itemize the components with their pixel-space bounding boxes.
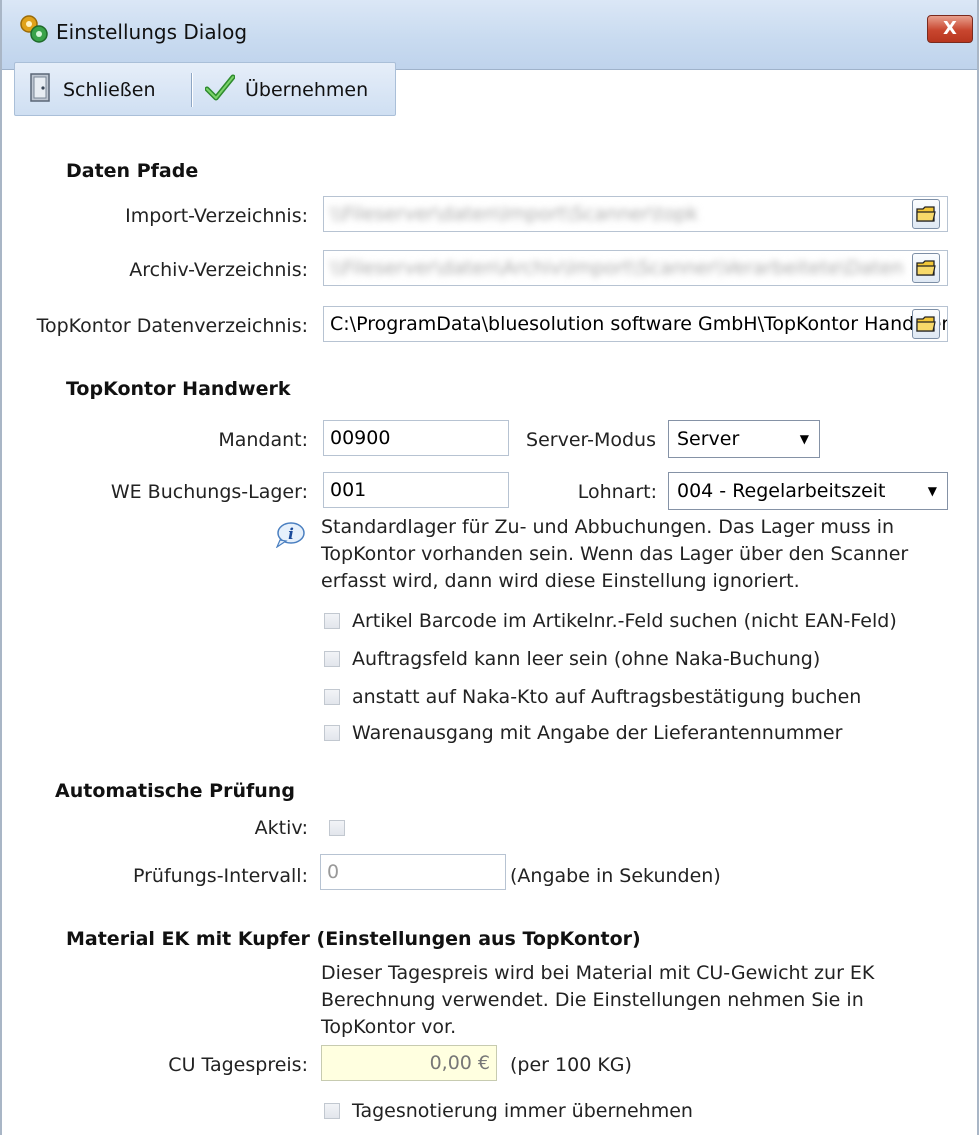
settings-dialog: Einstellungs Dialog X Schließen Übernehm… (0, 0, 979, 1135)
close-button-label: Schließen (63, 79, 156, 101)
info-icon: i (274, 520, 306, 553)
lager-label: WE Buchungs-Lager: (110, 481, 308, 503)
cu-price-field: 0,00 € (321, 1045, 497, 1081)
lager-info-text: Standardlager für Zu- und Abbuchungen. D… (321, 514, 908, 595)
folder-icon (916, 260, 936, 276)
section-data-paths: Daten Pfade (66, 160, 199, 182)
interval-hint: (Angabe in Sekunden) (510, 865, 721, 887)
lager-info-line: TopKontor vorhanden sein. Wenn das Lager… (321, 543, 909, 565)
dropdown-arrow-icon: ▼ (799, 432, 809, 446)
apply-button[interactable]: Übernehmen (204, 71, 369, 109)
server-mode-value: Server (677, 428, 740, 450)
supplier-number-label: Warenausgang mit Angabe der Lieferantenn… (352, 722, 843, 744)
import-dir-label: Import-Verzeichnis: (125, 205, 308, 227)
checkmark-icon (204, 74, 236, 107)
active-checkbox[interactable] (329, 820, 345, 836)
toolbar-separator (191, 73, 192, 107)
close-window-button[interactable]: X (927, 15, 973, 43)
section-auto-check: Automatische Prüfung (55, 780, 295, 802)
order-empty-checkbox-row[interactable]: Auftragsfeld kann leer sein (ohne Naka-B… (324, 648, 820, 670)
material-info-line: TopKontor vor. (321, 1016, 457, 1038)
door-exit-icon (29, 72, 53, 108)
title-bar: Einstellungs Dialog X (2, 0, 977, 70)
import-dir-value: \\Fileserver\daten\Import\Scanner\topk (330, 203, 699, 225)
lager-info-line: Standardlager für Zu- und Abbuchungen. D… (321, 516, 895, 538)
material-info-text: Dieser Tagespreis wird bei Material mit … (321, 960, 874, 1041)
archive-dir-label: Archiv-Verzeichnis: (129, 259, 308, 281)
window-title: Einstellungs Dialog (56, 20, 248, 44)
dialog-content: Daten Pfade Import-Verzeichnis: \\Filese… (2, 120, 977, 1135)
server-mode-label: Server-Modus (526, 429, 656, 451)
topkontor-dir-label: TopKontor Datenverzeichnis: (36, 315, 308, 337)
topkontor-dir-browse-button[interactable] (912, 309, 940, 339)
supplier-number-checkbox-row[interactable]: Warenausgang mit Angabe der Lieferantenn… (324, 722, 842, 744)
mandant-input[interactable]: 00900 (323, 420, 509, 456)
daily-quote-checkbox-row[interactable]: Tagesnotierung immer übernehmen (324, 1100, 693, 1122)
import-dir-field[interactable]: \\Fileserver\daten\Import\Scanner\topk (323, 196, 948, 232)
section-topkontor-handwerk: TopKontor Handwerk (66, 378, 291, 400)
daily-quote-checkbox[interactable] (324, 1103, 340, 1119)
close-button[interactable]: Schließen (29, 71, 156, 109)
archive-dir-value: \\Fileserver\daten\Archiv\Import\Scanner… (330, 257, 904, 279)
daily-quote-label: Tagesnotierung immer übernehmen (352, 1100, 693, 1122)
order-confirmation-checkbox-row[interactable]: anstatt auf Naka-Kto auf Auftragsbestäti… (324, 686, 861, 708)
material-info-line: Dieser Tagespreis wird bei Material mit … (321, 962, 875, 984)
lager-info-line: erfasst wird, dann wird diese Einstellun… (321, 570, 800, 592)
mandant-label: Mandant: (218, 429, 308, 451)
barcode-search-label: Artikel Barcode im Artikelnr.-Feld suche… (352, 610, 897, 632)
active-label: Aktiv: (254, 817, 308, 839)
order-empty-label: Auftragsfeld kann leer sein (ohne Naka-B… (352, 648, 821, 670)
cu-price-hint: (per 100 KG) (510, 1054, 632, 1076)
apply-button-label: Übernehmen (245, 79, 369, 101)
archive-dir-field[interactable]: \\Fileserver\daten\Archiv\Import\Scanner… (323, 250, 948, 286)
topkontor-dir-field[interactable]: C:\ProgramData\bluesolution software Gmb… (323, 306, 948, 342)
interval-input[interactable]: 0 (320, 854, 506, 890)
cu-price-label: CU Tagespreis: (168, 1054, 308, 1076)
lager-input[interactable]: 001 (323, 472, 509, 508)
lohnart-value: 004 - Regelarbeitszeit (677, 480, 886, 502)
toolbar: Schließen Übernehmen (14, 62, 396, 116)
supplier-number-checkbox[interactable] (324, 725, 340, 741)
material-info-line: Berechnung verwendet. Die Einstellungen … (321, 989, 864, 1011)
folder-icon (916, 316, 936, 332)
dropdown-arrow-icon: ▼ (927, 484, 937, 498)
barcode-search-checkbox[interactable] (324, 613, 340, 629)
section-material-copper: Material EK mit Kupfer (Einstellungen au… (66, 928, 641, 950)
order-confirmation-label: anstatt auf Naka-Kto auf Auftragsbestäti… (352, 686, 862, 708)
server-mode-select[interactable]: Server ▼ (668, 420, 820, 458)
archive-dir-browse-button[interactable] (912, 253, 940, 283)
lohnart-label: Lohnart: (577, 481, 657, 503)
folder-icon (916, 206, 936, 222)
import-dir-browse-button[interactable] (912, 199, 940, 229)
app-gear-icon (16, 12, 50, 46)
svg-text:i: i (288, 525, 294, 543)
order-confirmation-checkbox[interactable] (324, 689, 340, 705)
barcode-search-checkbox-row[interactable]: Artikel Barcode im Artikelnr.-Feld suche… (324, 610, 897, 632)
lohnart-select[interactable]: 004 - Regelarbeitszeit ▼ (668, 472, 948, 510)
interval-label: Prüfungs-Intervall: (132, 865, 308, 887)
order-empty-checkbox[interactable] (324, 651, 340, 667)
